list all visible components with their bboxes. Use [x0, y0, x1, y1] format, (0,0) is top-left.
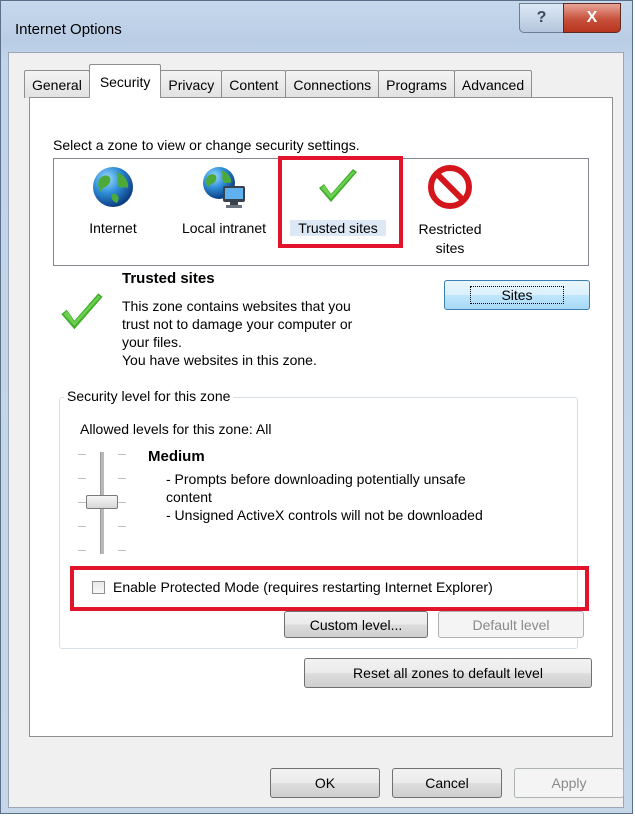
zone-restricted-label-line1: Restricted	[418, 221, 482, 237]
highlight-protected-mode	[70, 566, 589, 611]
tab-security[interactable]: Security	[88, 64, 162, 98]
custom-level-button[interactable]: Custom level...	[284, 611, 428, 638]
zone-restricted-sites[interactable]: Restricted sites	[404, 164, 496, 258]
slider-tick	[78, 550, 86, 551]
cancel-button[interactable]: Cancel	[392, 768, 502, 798]
zone-desc-line: This zone contains websites that you	[122, 298, 351, 314]
zone-desc-line: your files.	[122, 334, 182, 350]
apply-button[interactable]: Apply	[514, 768, 624, 798]
slider-tick	[78, 478, 86, 479]
reset-all-zones-button[interactable]: Reset all zones to default level	[304, 658, 592, 688]
slider-tick	[78, 454, 86, 455]
zone-instruction: Select a zone to view or change security…	[53, 137, 360, 153]
level-bullet: content	[166, 489, 212, 505]
help-icon: ?	[536, 9, 547, 26]
close-icon: X	[586, 9, 598, 26]
slider-tick	[78, 502, 86, 503]
zone-desc-line: You have websites in this zone.	[122, 352, 317, 368]
sites-button[interactable]: Sites	[444, 280, 590, 310]
title-bar[interactable]: Internet Options ? X	[1, 1, 632, 53]
slider-tick	[118, 454, 126, 455]
level-bullet: - Prompts before downloading potentially…	[166, 471, 466, 487]
slider-tick	[118, 526, 126, 527]
slider-tick	[118, 478, 126, 479]
close-button[interactable]: X	[563, 3, 621, 33]
restricted-icon	[428, 165, 472, 209]
tab-advanced[interactable]: Advanced	[453, 70, 533, 98]
allowed-levels-text: Allowed levels for this zone: All	[80, 421, 272, 437]
zone-local-intranet-label: Local intranet	[181, 220, 267, 236]
ok-button[interactable]: OK	[270, 768, 380, 798]
slider-tick	[78, 526, 86, 527]
slider-tick	[118, 550, 126, 551]
default-level-button[interactable]: Default level	[438, 611, 584, 638]
tab-general[interactable]: General	[24, 70, 90, 98]
zone-local-intranet[interactable]: Local intranet	[172, 164, 276, 236]
zone-info-title: Trusted sites	[122, 270, 215, 287]
slider-tick	[118, 502, 126, 503]
tab-programs[interactable]: Programs	[378, 70, 455, 98]
tab-strip: General Security Privacy Content Connect…	[24, 64, 533, 98]
security-level-description: - Prompts before downloading potentially…	[166, 470, 483, 524]
intranet-icon	[203, 167, 245, 208]
zone-internet-label: Internet	[89, 220, 137, 236]
sites-button-label: Sites	[501, 287, 533, 303]
highlight-trusted-sites	[278, 156, 403, 248]
help-button[interactable]: ?	[519, 3, 564, 33]
zone-info-description: This zone contains websites that you tru…	[122, 297, 352, 369]
zone-internet[interactable]: Internet	[72, 164, 154, 236]
slider-thumb[interactable]	[86, 495, 118, 509]
trusted-sites-checkmark-icon	[61, 293, 103, 330]
zone-restricted-label-line2: sites	[435, 240, 465, 256]
tab-content[interactable]: Content	[221, 70, 287, 98]
security-level-group-label: Security level for this zone	[64, 388, 234, 404]
security-level-slider[interactable]	[78, 450, 128, 556]
globe-icon	[93, 167, 133, 207]
level-bullet: - Unsigned ActiveX controls will not be …	[166, 507, 483, 523]
security-level-name: Medium	[148, 448, 205, 465]
zone-desc-line: trust not to damage your computer or	[122, 316, 353, 332]
tab-connections[interactable]: Connections	[285, 70, 380, 98]
tab-privacy[interactable]: Privacy	[160, 70, 223, 98]
window-title: Internet Options	[15, 21, 122, 38]
